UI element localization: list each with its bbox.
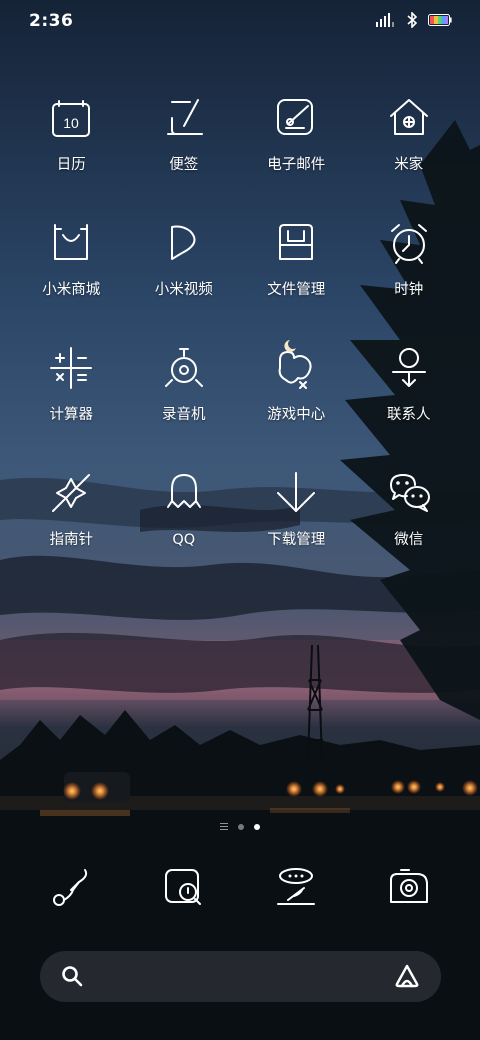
search-icon[interactable] <box>61 965 83 991</box>
status-time: 2:36 <box>29 11 74 31</box>
signal-icon <box>376 13 396 27</box>
app-contacts[interactable]: 联系人 <box>353 338 466 435</box>
app-calculator[interactable]: 计算器 <box>15 338 128 435</box>
app-recorder[interactable]: 录音机 <box>128 338 241 435</box>
app-file-manager[interactable]: 文件管理 <box>240 213 353 310</box>
app-grid: 10 日历 便签 电子邮件 米家 小米商城 小米视频 文件管理 时钟 计算器 录… <box>15 88 465 560</box>
search-bar[interactable] <box>40 951 441 1002</box>
app-label: 下载管理 <box>267 532 326 548</box>
dock <box>15 858 465 918</box>
app-mi-video[interactable]: 小米视频 <box>128 213 241 310</box>
mijia-icon <box>379 88 439 148</box>
app-label: 计算器 <box>49 407 94 423</box>
app-email[interactable]: 电子邮件 <box>240 88 353 185</box>
feed-page-icon[interactable] <box>220 823 228 830</box>
app-game-center[interactable]: 游戏中心 <box>240 338 353 435</box>
app-wechat[interactable]: 微信 <box>353 463 466 560</box>
qq-icon <box>154 463 214 523</box>
app-compass[interactable]: 指南针 <box>15 463 128 560</box>
app-label: 联系人 <box>387 407 431 423</box>
status-bar: 2:36 <box>0 0 480 42</box>
phone-icon[interactable] <box>41 858 101 918</box>
calculator-icon <box>41 338 101 398</box>
app-download-manager[interactable]: 下载管理 <box>240 463 353 560</box>
app-label: 米家 <box>394 157 424 173</box>
app-label: 游戏中心 <box>267 407 326 423</box>
app-label: QQ <box>172 532 196 548</box>
wechat-icon <box>379 463 439 523</box>
calendar-icon: 10 <box>41 88 101 148</box>
email-icon <box>266 88 326 148</box>
app-label: 文件管理 <box>267 282 326 298</box>
browser-icon[interactable] <box>266 858 326 918</box>
app-clock[interactable]: 时钟 <box>353 213 466 310</box>
app-label: 微信 <box>394 532 424 548</box>
download-manager-icon <box>266 463 326 523</box>
app-mi-store[interactable]: 小米商城 <box>15 213 128 310</box>
app-label: 小米商城 <box>42 282 101 298</box>
file-manager-icon <box>266 213 326 273</box>
app-mijia[interactable]: 米家 <box>353 88 466 185</box>
app-label: 日历 <box>56 157 86 173</box>
app-label: 便签 <box>169 157 199 173</box>
app-notes[interactable]: 便签 <box>128 88 241 185</box>
assistant-icon[interactable] <box>394 964 420 992</box>
notes-icon <box>154 88 214 148</box>
app-label: 电子邮件 <box>267 157 326 173</box>
contacts-icon <box>379 338 439 398</box>
app-label: 时钟 <box>394 282 424 298</box>
page-dot-2[interactable] <box>254 823 260 830</box>
status-icons <box>376 12 452 28</box>
page-dot-1[interactable] <box>238 823 244 830</box>
app-calendar[interactable]: 10 日历 <box>15 88 128 185</box>
game-center-icon <box>266 338 326 398</box>
camera-icon[interactable] <box>379 858 439 918</box>
messages-icon[interactable] <box>154 858 214 918</box>
app-label: 指南针 <box>49 532 94 548</box>
mi-store-icon <box>41 213 101 273</box>
calendar-date: 10 <box>63 115 79 131</box>
clock-icon <box>379 213 439 273</box>
app-label: 小米视频 <box>154 282 213 298</box>
app-qq[interactable]: QQ <box>128 463 241 560</box>
mi-video-icon <box>154 213 214 273</box>
battery-icon <box>428 14 452 26</box>
compass-icon <box>41 463 101 523</box>
bluetooth-icon <box>406 12 418 28</box>
recorder-icon <box>154 338 214 398</box>
page-indicator <box>0 823 480 830</box>
app-label: 录音机 <box>162 407 206 423</box>
